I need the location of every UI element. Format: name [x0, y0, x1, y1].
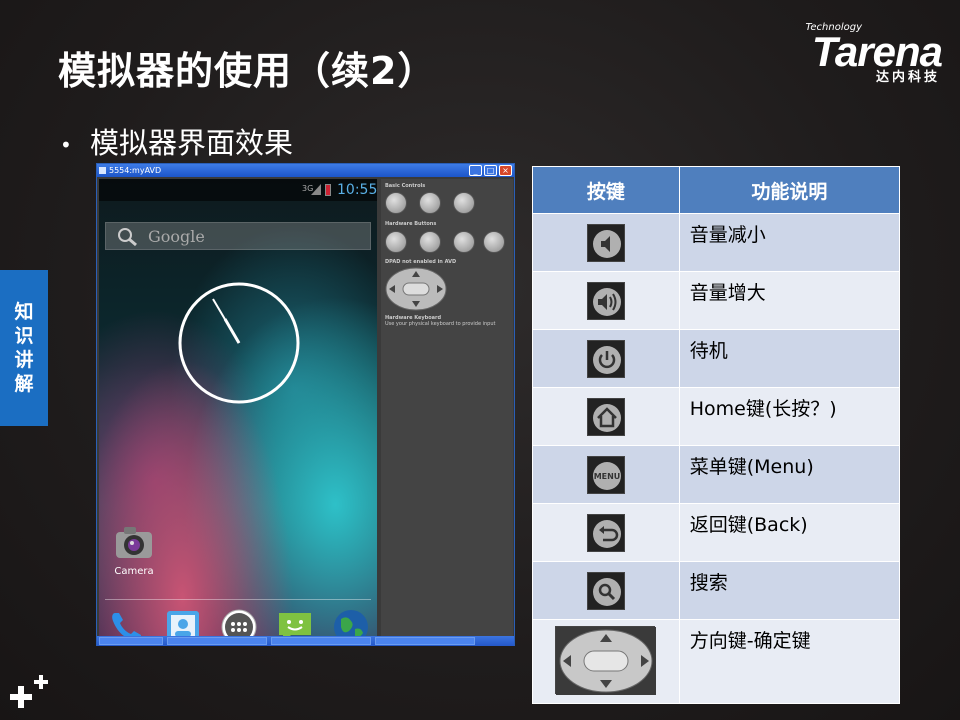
dpad-control[interactable] [385, 267, 447, 311]
table-row: 待机 [532, 329, 901, 388]
table-row: MENU 菜单键(Menu) [532, 445, 901, 504]
key-icon-cell [532, 213, 680, 272]
emulator-window: 5554:myAVD _ □ × 3G 10:55 Google Camera … [96, 163, 515, 646]
side-tab-char: 解 [14, 373, 34, 395]
slide-title: 模拟器的使用（续2） [58, 49, 437, 93]
table-row: 音量增大 [532, 271, 901, 330]
search-button[interactable] [483, 231, 505, 253]
search-icon [118, 228, 137, 247]
battery-icon [325, 184, 331, 196]
svg-text:MENU: MENU [594, 472, 621, 481]
key-icon-cell [532, 329, 680, 388]
taskbar-item[interactable] [375, 637, 475, 645]
key-icon-cell [532, 619, 680, 704]
dpad-icon [554, 626, 656, 695]
volume-down-icon [586, 224, 625, 262]
signal-icon [311, 184, 321, 195]
plus-logo-icon [10, 675, 48, 708]
menu-button[interactable] [419, 231, 441, 253]
emulator-controls-panel: Basic Controls Hardware Buttons DPAD not… [381, 179, 513, 644]
power-button[interactable] [453, 192, 475, 214]
key-description: 方向键-确定键 [678, 619, 901, 704]
search-placeholder: Google [148, 227, 205, 246]
key-icon-cell: MENU [532, 445, 680, 504]
bullet-text: 模拟器界面效果 [90, 126, 294, 160]
taskbar-item[interactable] [167, 637, 267, 645]
side-tab-char: 知 [14, 301, 34, 323]
analog-clock-widget[interactable] [177, 281, 301, 405]
status-time: 10:55 [337, 182, 377, 198]
key-description: 待机 [678, 329, 901, 388]
key-icon-cell [532, 561, 680, 620]
key-icon-cell [532, 503, 680, 562]
hardware-keyboard-note: Use your physical keyboard to provide in… [385, 321, 496, 327]
volume-up-icon [586, 282, 625, 320]
taskbar-item[interactable] [271, 637, 371, 645]
table-row: Home键(长按？) [532, 387, 901, 446]
camera-label: Camera [114, 566, 154, 577]
side-tab-knowledge: 知 识 讲 解 [0, 270, 48, 426]
key-icon-cell [532, 271, 680, 330]
camera-icon [116, 527, 152, 558]
key-description: 菜单键(Menu) [678, 445, 901, 504]
logo-subtitle: 达内科技 [875, 70, 940, 85]
phone-screen[interactable]: 3G 10:55 Google Camera [99, 179, 377, 644]
google-search-bar[interactable]: Google [105, 222, 371, 250]
side-tab-char: 识 [14, 325, 34, 347]
emulator-titlebar[interactable]: 5554:myAVD _ □ × [97, 164, 514, 177]
volume-down-button[interactable] [385, 192, 407, 214]
hardware-buttons-label: Hardware Buttons [385, 221, 437, 227]
key-description: 返回键(Back) [678, 503, 901, 562]
minimize-icon[interactable]: _ [469, 165, 482, 176]
taskbar [97, 636, 514, 646]
bullet-item: • 模拟器界面效果 [60, 120, 293, 162]
app-camera[interactable]: Camera [111, 524, 157, 584]
taskbar-item[interactable] [99, 637, 163, 645]
table-row: 搜索 [532, 561, 901, 620]
menu-icon: MENU [586, 456, 625, 494]
volume-up-button[interactable] [419, 192, 441, 214]
window-app-icon [99, 167, 106, 174]
header-key: 按键 [532, 166, 680, 214]
maximize-icon[interactable]: □ [484, 165, 497, 176]
key-description: 音量增大 [678, 271, 901, 330]
key-icon-cell [532, 387, 680, 446]
status-bar: 3G 10:55 [99, 179, 377, 201]
table-row: 方向键-确定键 [532, 619, 901, 704]
table-row: 音量减小 [532, 213, 901, 272]
basic-controls-label: Basic Controls [385, 183, 426, 189]
tarena-logo: Technology Tarena 达内科技 [772, 22, 943, 85]
search-icon [586, 572, 625, 610]
back-button[interactable] [453, 231, 475, 253]
close-icon[interactable]: × [499, 165, 512, 176]
bullet-dot: • [60, 133, 72, 157]
back-icon [586, 514, 625, 552]
power-icon [586, 340, 625, 378]
emulator-window-title: 5554:myAVD [109, 166, 162, 175]
key-function-table: 按键 功能说明 音量减小 音量增大 待机 Home键(长按？) MENU 菜单键… [532, 166, 901, 704]
key-description: Home键(长按？) [678, 387, 901, 446]
key-description: 音量减小 [678, 213, 901, 272]
table-row: 返回键(Back) [532, 503, 901, 562]
table-header-row: 按键 功能说明 [532, 166, 901, 214]
dpad-label: DPAD not enabled in AVD [385, 259, 457, 265]
header-description: 功能说明 [678, 166, 901, 214]
side-tab-char: 讲 [14, 349, 34, 371]
home-icon [586, 398, 625, 436]
home-button[interactable] [385, 231, 407, 253]
key-description: 搜索 [678, 561, 901, 620]
dock-divider [105, 599, 371, 600]
